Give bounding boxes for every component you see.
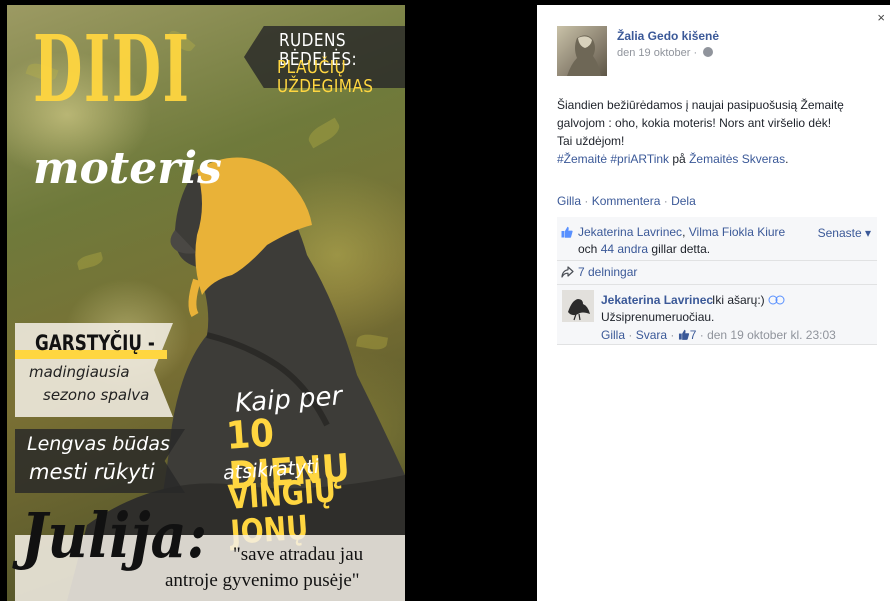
magazine-cover-photo[interactable]: DIDI moteris RUDENS BĖDELĖS: PLAUČIŲ UŽD… (7, 5, 405, 601)
julija-quote-line1: "save atradau jau (233, 544, 364, 565)
like-link[interactable]: Gilla (557, 194, 581, 208)
photo-stage: DIDI moteris RUDENS BĖDELĖS: PLAUČIŲ UŽD… (0, 0, 537, 601)
shares-link[interactable]: 7 delningar (578, 265, 637, 279)
comment-reply-link[interactable]: Svara (636, 328, 667, 342)
place-prefix: på (669, 152, 690, 166)
place-suffix: . (785, 152, 789, 166)
bird-avatar-icon (562, 290, 594, 322)
likes-and: och (578, 242, 601, 256)
globe-icon[interactable] (703, 47, 714, 57)
comment-text-line2: Užsiprenumeruočiau. (601, 310, 715, 324)
page-name-link[interactable]: Žalia Gedo kišenė (617, 29, 719, 43)
cover-headline: DIDI (33, 15, 191, 123)
comment-like-link[interactable]: Gilla (601, 328, 625, 342)
place-link[interactable]: Žemaitės Skveras (689, 152, 785, 166)
comment-text-line1: Iki ašarų:) (712, 293, 765, 307)
action-separator: · (660, 194, 672, 208)
post-tags-line: #Žemaitė #priARTink på Žemaitės Skveras. (557, 150, 877, 168)
post-meta: den 19 oktober · (617, 47, 714, 59)
emoji-icon (768, 295, 785, 305)
shares-summary: 7 delningar (557, 261, 877, 285)
comment: Jekaterina Lavrinec Iki ašarų:) Užsipren… (557, 285, 877, 345)
thumbs-up-icon (561, 226, 573, 238)
share-arrow-icon (561, 266, 574, 278)
garstyciu-line2: sezono spalva (43, 386, 150, 404)
comment-author-link[interactable]: Jekaterina Lavrinec (601, 293, 713, 307)
post-text-line: Tai uždėjom! (557, 134, 625, 148)
comment-timestamp[interactable]: den 19 oktober kl. 23:03 (707, 328, 836, 342)
comment-link[interactable]: Kommentera (592, 194, 661, 208)
garstyciu-title: GARSTYČIŲ - (35, 331, 155, 355)
likes-comma: , (682, 225, 689, 239)
garstyciu-line1: madingiausia (29, 363, 130, 381)
lengvas-line2: mesti rūkyti (29, 460, 155, 484)
meta-separator: · (625, 328, 636, 342)
date-separator: · (690, 47, 701, 59)
page-avatar[interactable] (557, 26, 607, 76)
liker-link[interactable]: Jekaterina Lavrinec (578, 225, 682, 239)
likes-line2: och 44 andra gillar detta. (578, 241, 869, 258)
post-text-line: Šiandien bežiūrėdamos į naujai pasipuošu… (557, 98, 844, 112)
post-actions: Gilla · Kommentera · Dela (557, 194, 696, 208)
likes-summary: Jekaterina Lavrinec, Vilma Fiokla Kiure … (557, 217, 877, 261)
cover-headline-sub: moteris (33, 143, 222, 194)
statue-avatar-icon (567, 35, 601, 76)
feedback-box: Jekaterina Lavrinec, Vilma Fiokla Kiure … (557, 217, 877, 345)
thumbs-up-icon (678, 329, 689, 340)
post-panel: × Žalia Gedo kišenė den 19 oktober · Šia… (537, 5, 890, 601)
commenter-avatar[interactable] (562, 290, 594, 322)
comment-meta: Gilla · Svara · 7 · den 19 oktober kl. 2… (601, 328, 836, 342)
share-link[interactable]: Dela (671, 194, 696, 208)
post-text-line: galvojom : oho, kokia moteris! Nors ant … (557, 116, 832, 130)
post-body: Šiandien bežiūrėdamos į naujai pasipuošu… (557, 96, 877, 168)
julija-name: Julija: (21, 499, 208, 572)
post-date-link[interactable]: den 19 oktober (617, 47, 690, 59)
action-separator: · (581, 194, 592, 208)
likes-suffix: gillar detta. (648, 242, 711, 256)
others-likes-link[interactable]: 44 andra (601, 242, 648, 256)
meta-separator: · (696, 328, 708, 342)
rudens-subtitle: PLAUČIŲ UŽDEGIMAS (277, 57, 374, 97)
comment-text: Iki ašarų:) (712, 293, 786, 307)
sort-dropdown[interactable]: Senaste ▾ (818, 225, 871, 242)
julija-quote-line2: antroje gyvenimo pusėje" (165, 570, 360, 591)
meta-separator: · (667, 328, 678, 342)
lengvas-line1: Lengvas būdas (27, 433, 170, 455)
liker-link[interactable]: Vilma Fiokla Kiure (689, 225, 785, 239)
hashtag-links[interactable]: #Žemaitė #priARTink (557, 152, 669, 166)
close-icon[interactable]: × (877, 10, 885, 25)
